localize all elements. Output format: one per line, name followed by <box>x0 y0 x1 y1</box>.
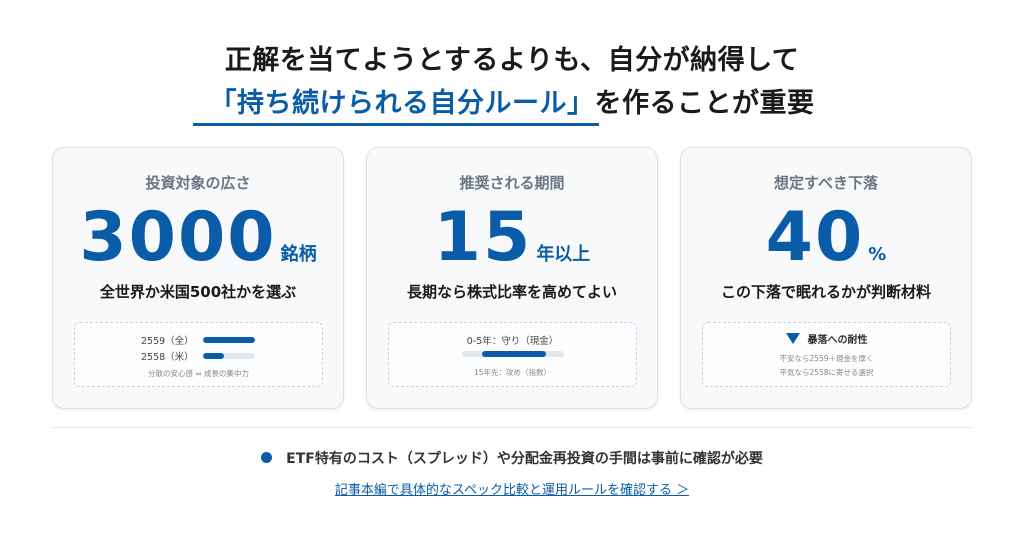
card-big-value: 40% <box>681 200 971 276</box>
card-subtitle: この下落で眠れるかが判断材料 <box>720 283 931 301</box>
card-investment-scope: 投資対象の広さ 3000 銘柄 全世界か米国500社かを選ぶ 2559（全） 25… <box>52 147 344 409</box>
bar-row-2559: 2559（全） <box>75 333 322 347</box>
card-value-unit: 年以上 <box>536 244 591 265</box>
card-value-unit: % <box>868 244 887 265</box>
bar-track <box>203 353 255 359</box>
comparison-box: 2559（全） 2558（米） 分散の安心感 ⇔ 成長の集中力 <box>74 322 323 387</box>
tolerance-box: 暴落への耐性 不安なら2559＋現金を厚く 平気なら2558に寄せる選択 <box>702 322 951 387</box>
card-recommended-period: 推奨される期間 15 年以上 長期なら株式比率を高めてよい 0-5年：守り（現金）… <box>366 147 658 409</box>
period-label: 0-5年：守り（現金） <box>466 336 559 347</box>
box-note: 分散の安心感 ⇔ 成長の集中力 <box>147 369 250 378</box>
article-link[interactable]: 記事本編で具体的なスペック比較と運用ルールを確認する ＞ <box>335 483 689 498</box>
bar-row-2558: 2558（米） <box>75 349 322 363</box>
divider <box>52 427 972 428</box>
period-fill <box>482 351 546 357</box>
bullet-dot-icon <box>261 452 273 463</box>
bar-fill <box>203 337 255 343</box>
card-value-number: 40 <box>765 198 865 277</box>
footer-note-text: ETF特有のコスト（スプレッド）や分配金再投資の手間は事前に確認が必要 <box>286 451 763 467</box>
bar-label: 2559（全） <box>141 336 194 347</box>
card-value-number: 15 <box>433 198 533 277</box>
card-title: 想定すべき下落 <box>774 174 878 192</box>
card-value-number: 3000 <box>79 198 277 277</box>
period-track <box>462 351 564 357</box>
down-triangle-icon <box>785 333 800 344</box>
headline-line-2: 「持ち続けられる自分ルール」を作ることが重要 <box>0 84 1024 124</box>
card-expected-drawdown: 想定すべき下落 40% この下落で眠れるかが判断材料 暴落への耐性 不安なら25… <box>680 147 972 409</box>
headline-line-1: 正解を当てようとするよりも、自分が納得して <box>224 45 800 76</box>
card-big-value: 15 年以上 <box>367 200 657 276</box>
card-value-unit: 銘柄 <box>280 244 317 265</box>
headline-underline <box>193 123 599 126</box>
card-title: 投資対象の広さ <box>145 174 251 192</box>
tolerance-title: 暴落への耐性 <box>703 331 950 346</box>
footer-link: 記事本編で具体的なスペック比較と運用ルールを確認する ＞ <box>0 479 1024 498</box>
card-subtitle: 全世界か米国500社かを選ぶ <box>99 283 297 301</box>
headline-rest: を作ることが重要 <box>594 88 815 119</box>
period-note: 15年先：攻め（指数） <box>473 368 552 377</box>
card-title: 推奨される期間 <box>459 174 565 192</box>
tolerance-title-text: 暴落への耐性 <box>807 335 868 346</box>
period-box: 0-5年：守り（現金） 15年先：攻め（指数） <box>388 322 637 387</box>
tolerance-line-a: 不安なら2559＋現金を厚く <box>779 354 874 363</box>
headline-accent: 「持ち続けられる自分ルール」 <box>209 88 595 119</box>
tolerance-line-b: 平気なら2558に寄せる選択 <box>779 368 874 377</box>
bar-track <box>203 337 255 343</box>
card-subtitle: 長期なら株式比率を高めてよい <box>406 283 617 301</box>
bar-fill <box>203 353 224 359</box>
footer-note: ETF特有のコスト（スプレッド）や分配金再投資の手間は事前に確認が必要 <box>0 448 1024 468</box>
bar-label: 2558（米） <box>141 352 194 363</box>
card-big-value: 3000 銘柄 <box>53 200 343 276</box>
